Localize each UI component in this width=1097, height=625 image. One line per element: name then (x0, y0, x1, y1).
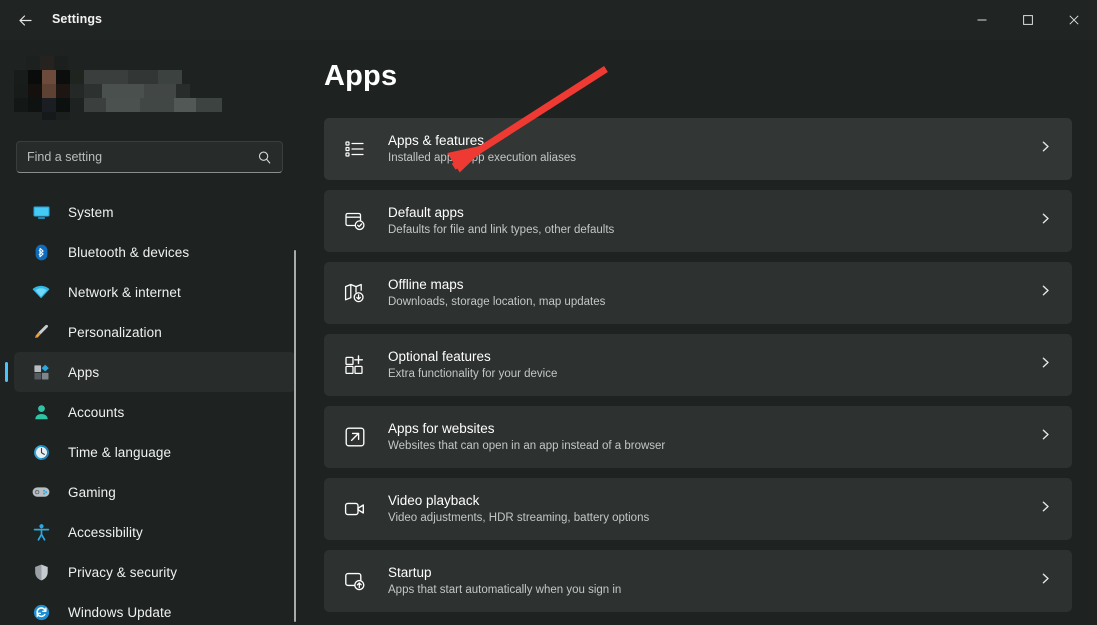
card-subtitle: Downloads, storage location, map updates (388, 294, 605, 310)
card-title: Default apps (388, 204, 614, 221)
card-apps-for-websites[interactable]: Apps for websites Websites that can open… (324, 406, 1072, 468)
card-optional-features[interactable]: Optional features Extra functionality fo… (324, 334, 1072, 396)
card-title: Optional features (388, 348, 557, 365)
card-subtitle: Installed apps, app execution aliases (388, 150, 576, 166)
card-title: Offline maps (388, 276, 605, 293)
card-subtitle: Defaults for file and link types, other … (388, 222, 614, 238)
sidebar-item-windows-update[interactable]: Windows Update (14, 592, 296, 625)
sidebar-item-label: Apps (68, 365, 99, 380)
sidebar-item-time-language[interactable]: Time & language (14, 432, 296, 472)
chevron-right-icon (1039, 284, 1052, 302)
maximize-button[interactable] (1005, 0, 1051, 40)
search-icon (257, 150, 272, 165)
sidebar-item-label: Bluetooth & devices (68, 245, 189, 260)
sidebar-item-label: Accessibility (68, 525, 143, 540)
monitor-icon (30, 201, 52, 223)
card-subtitle: Websites that can open in an app instead… (388, 438, 665, 454)
sidebar-item-label: System (68, 205, 114, 220)
card-subtitle: Extra functionality for your device (388, 366, 557, 382)
apps-grid-icon (30, 361, 52, 383)
card-default-apps[interactable]: Default apps Defaults for file and link … (324, 190, 1072, 252)
accessibility-icon (30, 521, 52, 543)
card-title: Video playback (388, 492, 649, 509)
chevron-right-icon (1039, 212, 1052, 230)
sidebar-item-gaming[interactable]: Gaming (14, 472, 296, 512)
window-check-icon (342, 208, 368, 234)
page-title: Apps (324, 60, 397, 93)
shield-icon (30, 561, 52, 583)
settings-card-list: Apps & features Installed apps, app exec… (324, 118, 1072, 622)
selection-indicator (5, 362, 8, 382)
chevron-right-icon (1039, 500, 1052, 518)
close-icon (1068, 14, 1080, 26)
sidebar-item-label: Windows Update (68, 605, 171, 620)
sidebar-item-bluetooth-devices[interactable]: Bluetooth & devices (14, 232, 296, 272)
minimize-icon (976, 14, 988, 26)
back-button[interactable] (10, 5, 40, 35)
sidebar-item-personalization[interactable]: Personalization (14, 312, 296, 352)
main-content: Apps Apps & features Installed apps, app… (310, 40, 1097, 625)
sidebar-item-label: Network & internet (68, 285, 181, 300)
clock-icon (30, 441, 52, 463)
card-video-playback[interactable]: Video playback Video adjustments, HDR st… (324, 478, 1072, 540)
sidebar-item-system[interactable]: System (14, 192, 296, 232)
back-arrow-icon (17, 12, 34, 29)
sidebar-item-label: Gaming (68, 485, 116, 500)
user-profile-redacted[interactable] (14, 56, 264, 118)
card-offline-maps[interactable]: Offline maps Downloads, storage location… (324, 262, 1072, 324)
bluetooth-icon (30, 241, 52, 263)
card-title: Apps for websites (388, 420, 665, 437)
settings-window: Settings (0, 0, 1097, 625)
paintbrush-icon (30, 321, 52, 343)
title-bar: Settings (0, 0, 1097, 40)
sidebar-item-label: Personalization (68, 325, 162, 340)
sidebar-item-accessibility[interactable]: Accessibility (14, 512, 296, 552)
card-subtitle: Apps that start automatically when you s… (388, 582, 621, 598)
window-title: Settings (52, 12, 102, 26)
sidebar-scrollbar[interactable] (294, 250, 296, 622)
card-title: Apps & features (388, 132, 576, 149)
chevron-right-icon (1039, 356, 1052, 374)
startup-upload-icon (342, 568, 368, 594)
chevron-right-icon (1039, 140, 1052, 158)
sidebar-item-network-internet[interactable]: Network & internet (14, 272, 296, 312)
search-setting-box[interactable] (16, 141, 283, 173)
sidebar: System Bluetooth & devices (0, 40, 310, 625)
chevron-right-icon (1039, 428, 1052, 446)
card-startup[interactable]: Startup Apps that start automatically wh… (324, 550, 1072, 612)
map-download-icon (342, 280, 368, 306)
close-button[interactable] (1051, 0, 1097, 40)
wifi-icon (30, 281, 52, 303)
minimize-button[interactable] (959, 0, 1005, 40)
sidebar-item-label: Privacy & security (68, 565, 177, 580)
card-subtitle: Video adjustments, HDR streaming, batter… (388, 510, 649, 526)
list-bullets-icon (342, 136, 368, 162)
person-icon (30, 401, 52, 423)
card-apps-features[interactable]: Apps & features Installed apps, app exec… (324, 118, 1072, 180)
maximize-icon (1022, 14, 1034, 26)
sidebar-item-label: Accounts (68, 405, 124, 420)
search-input[interactable] (27, 150, 257, 164)
window-controls (959, 0, 1097, 40)
windows-update-icon (30, 601, 52, 623)
sidebar-item-accounts[interactable]: Accounts (14, 392, 296, 432)
video-camera-icon (342, 496, 368, 522)
sidebar-item-label: Time & language (68, 445, 171, 460)
external-link-icon (342, 424, 368, 450)
card-title: Startup (388, 564, 621, 581)
gamepad-icon (30, 481, 52, 503)
chevron-right-icon (1039, 572, 1052, 590)
sidebar-nav: System Bluetooth & devices (0, 192, 310, 625)
sidebar-item-privacy-security[interactable]: Privacy & security (14, 552, 296, 592)
sidebar-item-apps[interactable]: Apps (14, 352, 296, 392)
grid-plus-icon (342, 352, 368, 378)
